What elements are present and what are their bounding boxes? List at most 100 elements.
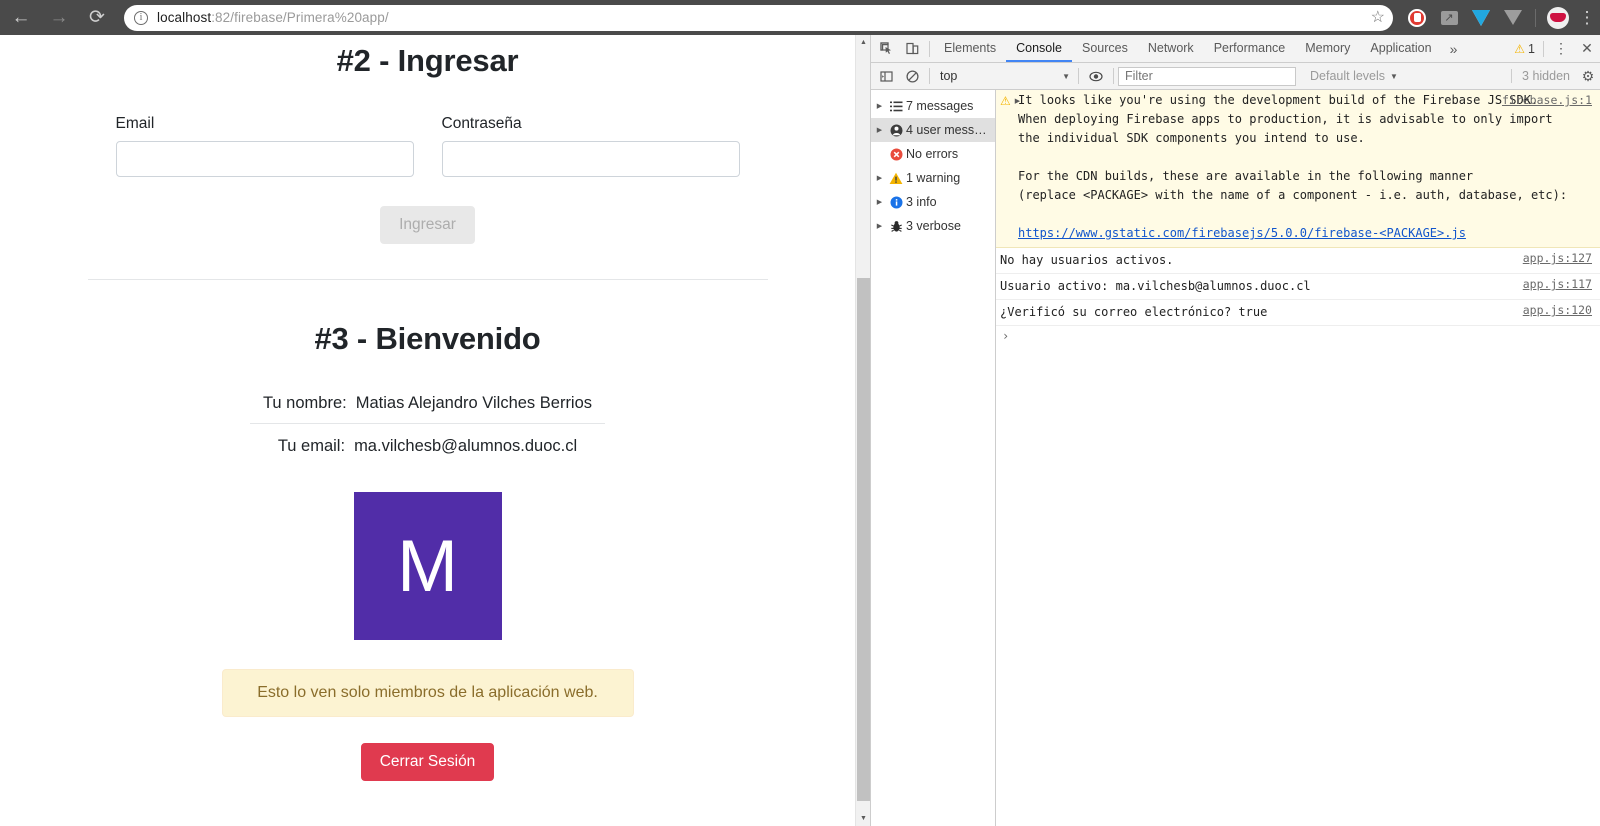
more-tabs-icon[interactable]: » [1442, 41, 1466, 57]
console-sidebar-toggle-icon[interactable] [873, 63, 899, 89]
expand-triangle-icon-user[interactable]: ▶ [873, 126, 886, 134]
bug-icon [886, 220, 906, 233]
grammarly-extension-icon[interactable] [1467, 4, 1495, 32]
warning-icon [886, 172, 906, 185]
adblock-extension-icon[interactable] [1403, 4, 1431, 32]
page-scrollbar[interactable]: ▲ ▼ [855, 35, 870, 826]
sidebar-item-user-messages-label: 4 user mess… [906, 123, 987, 137]
login-submit-button[interactable]: Ingresar [380, 206, 475, 245]
warning-message-line-5: For the CDN builds, these are available … [1018, 169, 1474, 183]
scrollbar-thumb[interactable] [857, 278, 870, 801]
sidebar-item-user-messages[interactable]: ▶ 4 user mess… [871, 118, 995, 142]
tab-elements[interactable]: Elements [934, 35, 1006, 62]
user-info-divider [250, 423, 605, 425]
console-log-text-3: ¿Verificó su correo electrónico? true [1000, 305, 1268, 319]
scroll-up-arrow[interactable]: ▲ [856, 35, 871, 50]
filterbar-divider-2 [1078, 68, 1079, 84]
page-title-bienvenido: #3 - Bienvenido [314, 321, 541, 357]
console-sidebar: ▶ 7 messages ▶ 4 user mess… No errors ▶ … [871, 90, 996, 826]
sidebar-item-warnings[interactable]: ▶ 1 warning [871, 166, 995, 190]
console-log-text-1: No hay usuarios activos. [1000, 253, 1174, 267]
warning-count-badge[interactable]: ⚠ 1 [1510, 42, 1539, 56]
tab-performance[interactable]: Performance [1204, 35, 1296, 62]
live-expression-icon[interactable] [1083, 63, 1109, 89]
chevron-down-icon-levels: ▼ [1390, 71, 1398, 81]
close-devtools-icon[interactable]: ✕ [1574, 40, 1600, 57]
section-divider [87, 279, 768, 281]
reload-button[interactable]: ⟳ [80, 1, 114, 35]
execution-context-select[interactable]: top ▼ [934, 67, 1074, 86]
firebase-cdn-link[interactable]: https://www.gstatic.com/firebasejs/5.0.0… [1018, 226, 1466, 240]
address-bar[interactable]: i localhost:82/firebase/Primera%20app/ ☆ [124, 4, 1393, 31]
vee-extension-icon[interactable] [1499, 4, 1527, 32]
expand-triangle-icon-warn[interactable]: ▶ [873, 174, 886, 182]
members-only-alert: Esto lo ven solo miembros de la aplicaci… [221, 669, 634, 718]
email-form-group: Email [115, 115, 414, 177]
list-icon [886, 101, 906, 112]
tab-network[interactable]: Network [1138, 35, 1204, 62]
page-viewport: #2 - Ingresar Email Contraseña Ingresar … [0, 35, 870, 826]
info-icon [886, 196, 906, 209]
user-name-value: Matias Alejandro Vilches Berrios [355, 394, 593, 413]
logout-button-row: Cerrar Sesión [88, 743, 768, 782]
expand-triangle-icon-verbose[interactable]: ▶ [873, 222, 886, 230]
console-filter-input[interactable] [1118, 66, 1296, 86]
expand-triangle-icon[interactable]: ▶ [873, 102, 886, 110]
email-input[interactable] [115, 141, 414, 177]
warning-message-line-2: When deploying Firebase apps to producti… [1018, 112, 1553, 126]
source-link-app-120[interactable]: app.js:120 [1523, 303, 1592, 317]
console-message-warning[interactable]: ⚠ ▶ firebase.js:1 It looks like you're u… [996, 90, 1600, 248]
log-levels-select[interactable]: Default levels ▼ [1310, 69, 1398, 83]
clear-console-icon[interactable] [899, 63, 925, 89]
expand-triangle-icon-info[interactable]: ▶ [873, 198, 886, 206]
user-avatar-letter: M [397, 525, 458, 607]
sidebar-item-warnings-label: 1 warning [906, 171, 961, 185]
password-form-group: Contraseña [441, 115, 740, 177]
devtools-menu-button[interactable]: ⋮ [1548, 40, 1574, 57]
tab-application[interactable]: Application [1360, 35, 1441, 62]
gear-icon[interactable]: ⚙ [1576, 68, 1600, 85]
error-icon [886, 148, 906, 161]
chrome-menu-button[interactable]: ⋮ [1574, 9, 1600, 26]
chevron-down-icon: ▼ [1062, 71, 1070, 81]
warning-message-line-6: (replace <PACKAGE> with the name of a co… [1018, 188, 1568, 202]
inspect-element-icon[interactable] [873, 36, 899, 62]
page-title-ingresar: #2 - Ingresar [336, 43, 519, 78]
user-name-row: Tu nombre: Matias Alejandro Vilches Berr… [88, 394, 768, 413]
console-log-text-2: Usuario activo: ma.vilchesb@alumnos.duoc… [1000, 279, 1311, 293]
url-host: localhost [157, 10, 212, 25]
devtools-panel: Elements Console Sources Network Perform… [870, 35, 1600, 826]
console-message-log-2[interactable]: Usuario activo: ma.vilchesb@alumnos.duoc… [996, 274, 1600, 300]
warning-message-line-3: the individual SDK components you intend… [1018, 131, 1365, 145]
scroll-down-arrow[interactable]: ▼ [856, 811, 871, 826]
logout-button[interactable]: Cerrar Sesión [360, 743, 495, 782]
tab-sources[interactable]: Sources [1072, 35, 1138, 62]
screenshot-extension-icon[interactable]: ↗ [1435, 4, 1463, 32]
source-link-app-127[interactable]: app.js:127 [1523, 251, 1592, 265]
toggle-device-toolbar-icon[interactable] [899, 36, 925, 62]
back-button[interactable]: ← [4, 1, 38, 35]
console-message-log-1[interactable]: No hay usuarios activos. app.js:127 [996, 248, 1600, 274]
sidebar-item-errors[interactable]: No errors [871, 142, 995, 166]
source-link-app-117[interactable]: app.js:117 [1523, 277, 1592, 291]
warning-triangle-icon-msg: ⚠ [1000, 94, 1011, 108]
user-avatar: M [353, 492, 502, 641]
tab-memory[interactable]: Memory [1295, 35, 1360, 62]
sidebar-item-messages[interactable]: ▶ 7 messages [871, 94, 995, 118]
console-prompt[interactable]: › [996, 326, 1600, 346]
sidebar-item-info[interactable]: ▶ 3 info [871, 190, 995, 214]
browser-toolbar: ← → ⟳ i localhost:82/firebase/Primera%20… [0, 0, 1600, 35]
profile-avatar[interactable] [1544, 4, 1572, 32]
tab-console[interactable]: Console [1006, 35, 1072, 62]
sidebar-item-verbose[interactable]: ▶ 3 verbose [871, 214, 995, 238]
console-message-log-3[interactable]: ¿Verificó su correo electrónico? true ap… [996, 300, 1600, 326]
login-form: Email Contraseña [88, 115, 768, 177]
forward-button[interactable]: → [42, 1, 76, 35]
console-output[interactable]: ⚠ ▶ firebase.js:1 It looks like you're u… [996, 90, 1600, 826]
warning-message-blank-2 [1000, 205, 1594, 224]
bookmark-star-icon[interactable]: ☆ [1371, 9, 1385, 27]
warning-message-link-line: https://www.gstatic.com/firebasejs/5.0.0… [1000, 224, 1594, 243]
source-link-firebase[interactable]: firebase.js:1 [1502, 93, 1592, 107]
password-input[interactable] [441, 141, 740, 177]
site-info-icon[interactable]: i [134, 10, 148, 25]
